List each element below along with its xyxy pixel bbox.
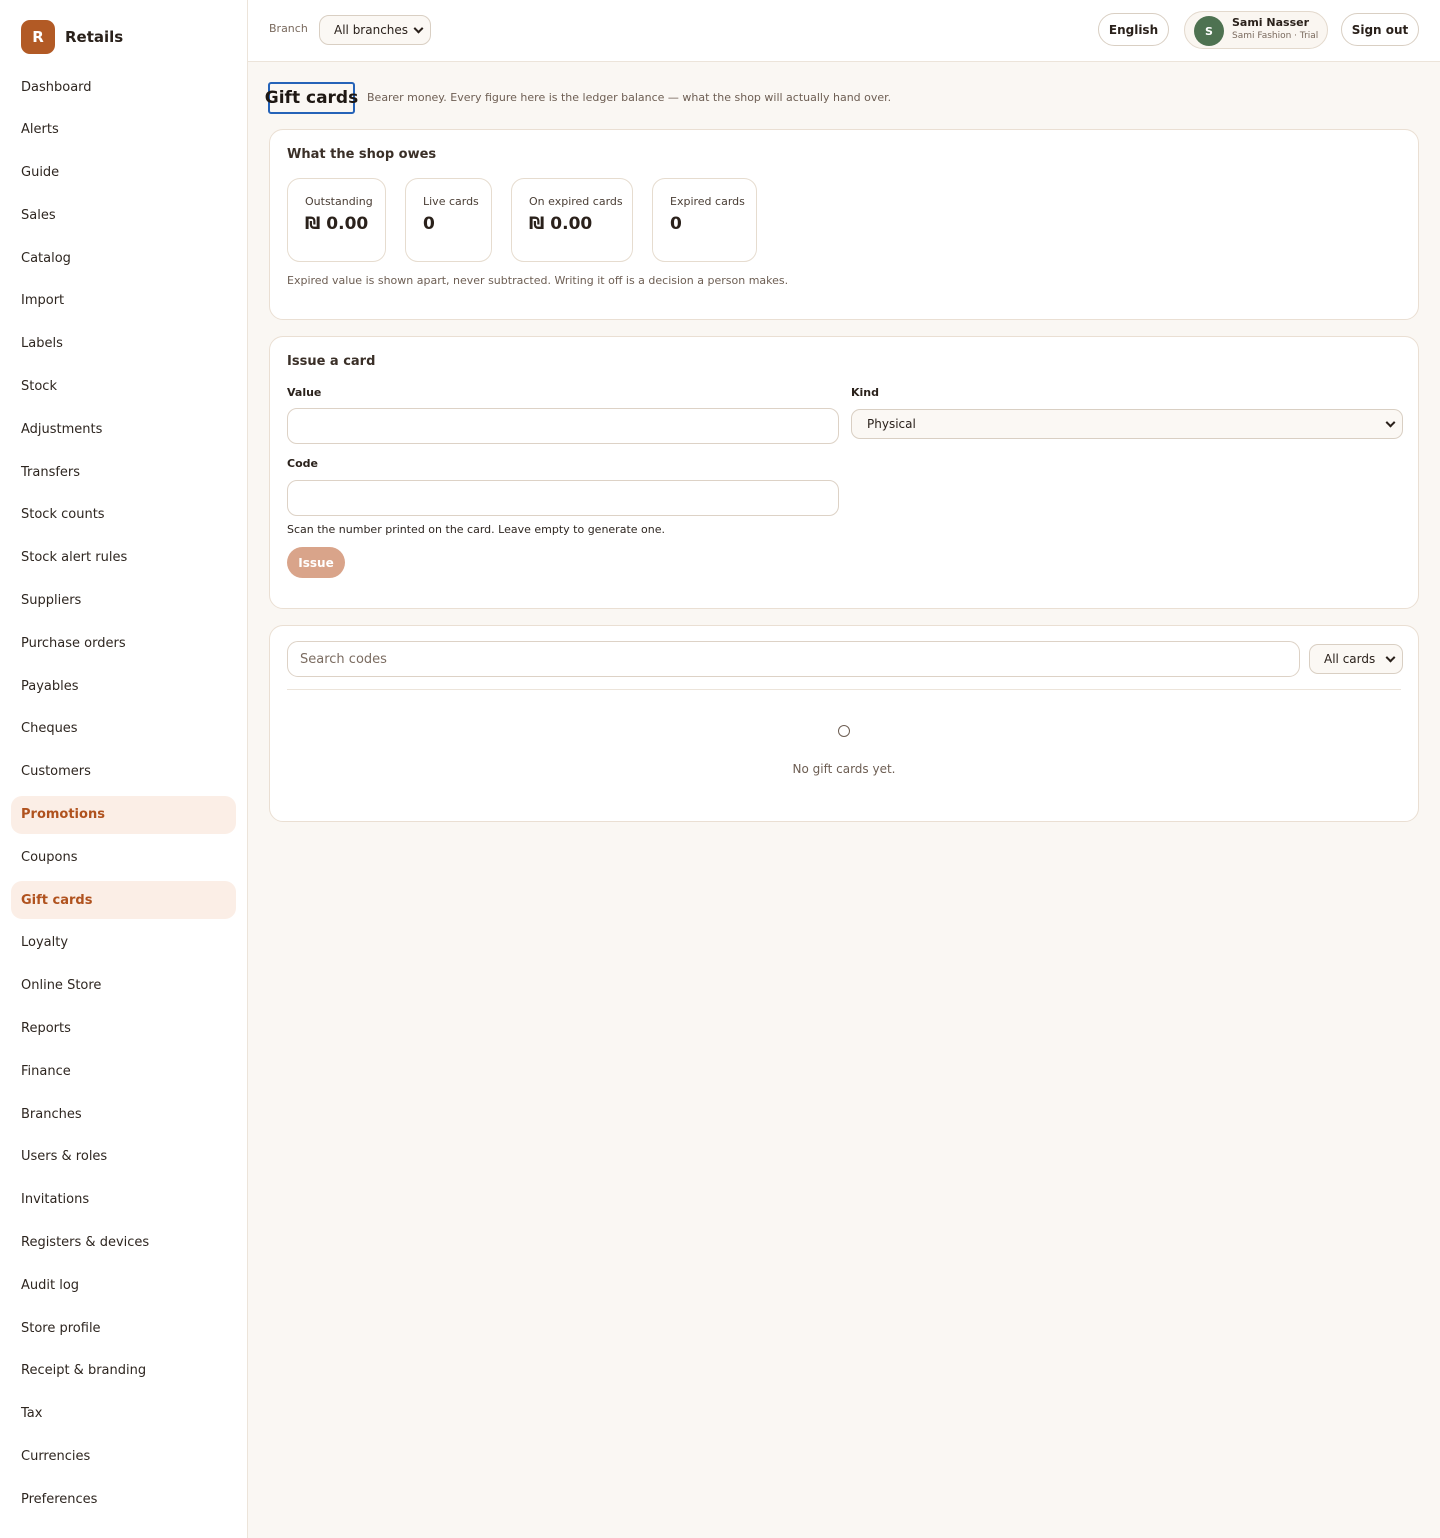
stat-label: Outstanding	[305, 195, 373, 208]
stat-outstanding: Outstanding ₪ 0.00	[287, 178, 386, 262]
sidebar-item-tax[interactable]: Tax	[11, 1395, 236, 1433]
card-filter-value: All cards	[1324, 652, 1376, 666]
sidebar-item-audit-log[interactable]: Audit log	[11, 1266, 236, 1304]
kind-select-value: Physical	[867, 417, 916, 431]
brand-logo: R	[21, 20, 55, 54]
brand-name: Retails	[65, 28, 124, 46]
owes-note: Expired value is shown apart, never subt…	[287, 274, 789, 287]
sidebar-item-guide[interactable]: Guide	[11, 154, 236, 192]
stat-label: On expired cards	[529, 195, 623, 208]
sidebar-item-alerts[interactable]: Alerts	[11, 111, 236, 149]
gift-card-list: Search codes All cards No gift cards yet…	[269, 625, 1419, 822]
brand[interactable]: R Retails	[21, 20, 123, 54]
sidebar-item-reports[interactable]: Reports	[11, 1010, 236, 1048]
sidebar-item-purchase-orders[interactable]: Purchase orders	[11, 624, 236, 662]
user-org: Sami Fashion · Trial	[1232, 31, 1319, 41]
sidebar-item-finance[interactable]: Finance	[11, 1052, 236, 1090]
sidebar-item-receipt-and-branding[interactable]: Receipt & branding	[11, 1352, 236, 1390]
value-label: Value	[287, 386, 322, 399]
branch-select-value: All branches	[334, 23, 409, 37]
stat-label: Live cards	[423, 195, 479, 208]
sidebar-item-suppliers[interactable]: Suppliers	[11, 582, 236, 620]
stat-value: 0	[423, 214, 435, 234]
search-input[interactable]: Search codes	[287, 641, 1300, 677]
sidebar-item-catalog[interactable]: Catalog	[11, 239, 236, 277]
page-title: Gift cards	[265, 82, 358, 114]
value-input[interactable]	[287, 408, 839, 444]
branch-label: Branch	[269, 22, 308, 35]
owes-card: What the shop owes Outstanding ₪ 0.00 Li…	[269, 129, 1419, 320]
sidebar-item-gift-cards[interactable]: Gift cards	[11, 881, 236, 920]
card-filter-select[interactable]: All cards	[1309, 644, 1403, 674]
page-subtitle: Bearer money. Every figure here is the l…	[367, 91, 892, 104]
stat-on-expired-cards: On expired cards ₪ 0.00	[511, 178, 633, 262]
chevron-down-icon	[413, 23, 424, 34]
sidebar-item-sales[interactable]: Sales	[11, 196, 236, 234]
code-label: Code	[287, 457, 318, 470]
stat-label: Expired cards	[670, 195, 745, 208]
sidebar-item-users-and-roles[interactable]: Users & roles	[11, 1138, 236, 1176]
stat-value: 0	[670, 214, 682, 234]
kind-select[interactable]: Physical	[851, 409, 1403, 439]
language-button[interactable]: English	[1098, 13, 1169, 46]
sidebar-item-stock-counts[interactable]: Stock counts	[11, 496, 236, 534]
issue-title: Issue a card	[287, 354, 376, 369]
sidebar-item-store-profile[interactable]: Store profile	[11, 1309, 236, 1347]
sidebar-item-payables[interactable]: Payables	[11, 667, 236, 705]
sidebar-item-loyalty[interactable]: Loyalty	[11, 924, 236, 962]
sidebar-item-stock-alert-rules[interactable]: Stock alert rules	[11, 539, 236, 577]
kind-label: Kind	[851, 386, 879, 399]
sidebar-item-stock[interactable]: Stock	[11, 368, 236, 406]
sidebar-item-currencies[interactable]: Currencies	[11, 1438, 236, 1476]
sidebar-item-promotions[interactable]: Promotions	[11, 795, 236, 834]
empty-state-text: No gift cards yet.	[792, 762, 896, 776]
sidebar-item-customers[interactable]: Customers	[11, 753, 236, 791]
stat-live-cards: Live cards 0	[405, 178, 492, 262]
code-input[interactable]	[287, 480, 839, 516]
sidebar-item-labels[interactable]: Labels	[11, 325, 236, 363]
chevron-down-icon	[1385, 652, 1396, 663]
user-name: Sami Nasser	[1232, 16, 1310, 29]
sidebar-item-dashboard[interactable]: Dashboard	[11, 68, 236, 106]
code-help: Scan the number printed on the card. Lea…	[287, 523, 665, 536]
list-divider	[287, 689, 1401, 690]
sidebar-item-online-store[interactable]: Online Store	[11, 967, 236, 1005]
sidebar-item-preferences[interactable]: Preferences	[11, 1480, 236, 1518]
issue-card: Issue a card Value Kind Physical Code Sc…	[269, 336, 1419, 609]
issue-button[interactable]: Issue	[287, 547, 345, 578]
sidebar-item-import[interactable]: Import	[11, 282, 236, 320]
sidebar: R Retails Dashboard Alerts Guide Sales Catal…	[0, 0, 248, 1538]
sidebar-item-cheques[interactable]: Cheques	[11, 710, 236, 748]
sidebar-item-registers-and-devices[interactable]: Registers & devices	[11, 1224, 236, 1262]
sidebar-item-adjustments[interactable]: Adjustments	[11, 410, 236, 448]
sign-out-button[interactable]: Sign out	[1341, 13, 1419, 46]
avatar: S	[1194, 16, 1224, 46]
sidebar-item-branches[interactable]: Branches	[11, 1095, 236, 1133]
stat-value: ₪ 0.00	[305, 214, 369, 234]
sidebar-nav: Dashboard Alerts Guide Sales Catalog Import La…	[11, 68, 236, 1523]
branch-select[interactable]: All branches	[319, 15, 431, 45]
topbar: Branch All branches English S Sami Nasse…	[248, 0, 1440, 62]
stat-expired-cards: Expired cards 0	[652, 178, 757, 262]
stat-value: ₪ 0.00	[529, 214, 593, 234]
user-menu[interactable]: S Sami Nasser Sami Fashion · Trial	[1184, 11, 1328, 49]
owes-title: What the shop owes	[287, 147, 437, 162]
empty-circle-icon	[838, 725, 850, 737]
sidebar-item-coupons[interactable]: Coupons	[11, 838, 236, 876]
chevron-down-icon	[1385, 417, 1396, 428]
sidebar-item-invitations[interactable]: Invitations	[11, 1181, 236, 1219]
sidebar-item-transfers[interactable]: Transfers	[11, 453, 236, 491]
